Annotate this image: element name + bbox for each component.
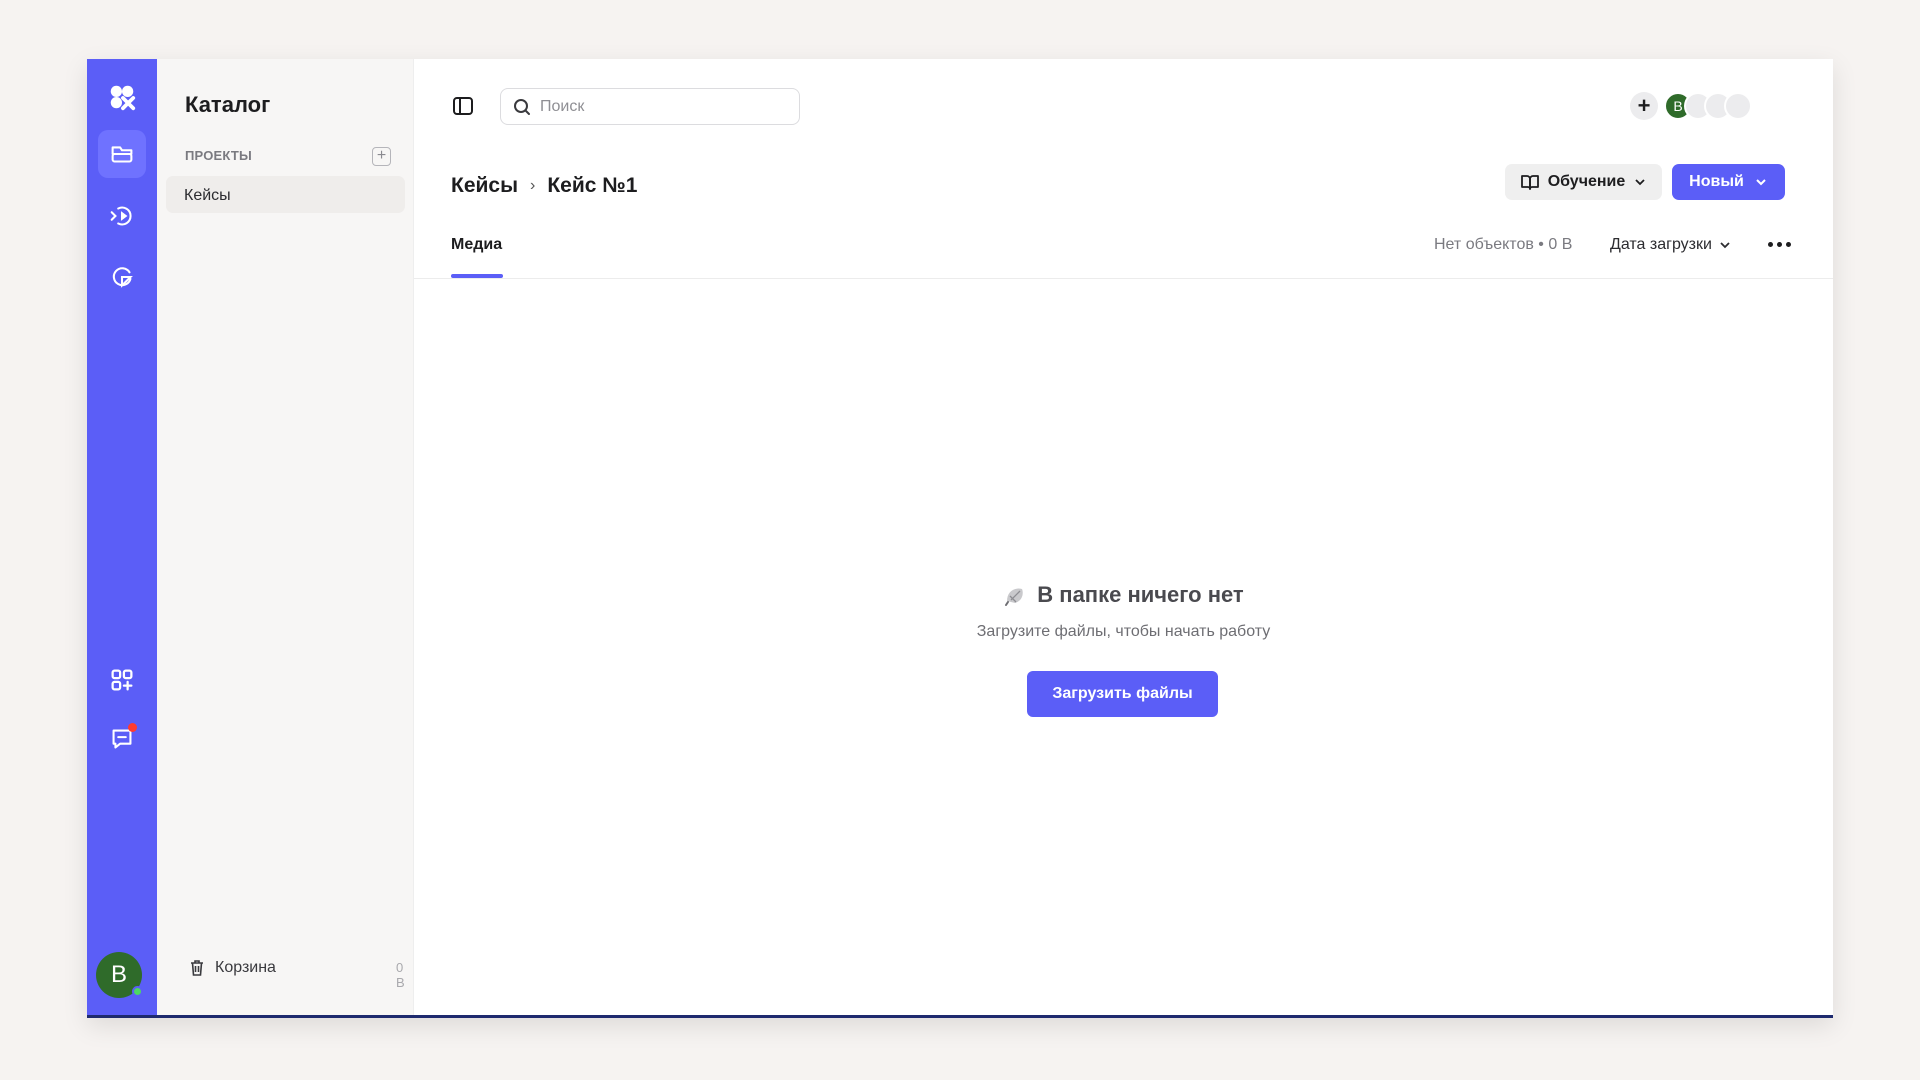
trash-icon: [191, 960, 203, 976]
main-content: + B Кейсы › Кейс №1 Обучение Новый Медиа…: [414, 59, 1833, 1015]
catalog-title: Каталог: [185, 92, 271, 117]
chevron-right-icon: ›: [530, 177, 536, 194]
new-label: Новый: [1689, 173, 1744, 190]
search-box[interactable]: [500, 88, 800, 125]
presence-avatars[interactable]: B: [1664, 92, 1752, 120]
trash-label: Корзина: [215, 959, 276, 976]
online-status-icon: [132, 986, 143, 997]
upload-files-button[interactable]: Загрузить файлы: [1027, 671, 1218, 717]
new-button[interactable]: Новый: [1672, 164, 1785, 200]
user-avatar[interactable]: B: [96, 952, 143, 998]
nav-reports-icon[interactable]: [98, 253, 146, 301]
empty-state-subtitle: Загрузите файлы, чтобы начать работу: [976, 623, 1271, 640]
breadcrumb: Кейсы › Кейс №1: [451, 174, 637, 198]
avatar-initial: B: [110, 961, 127, 988]
sort-dropdown[interactable]: Дата загрузки: [1610, 236, 1732, 254]
chevron-down-icon: [1720, 242, 1730, 249]
trash-button[interactable]: Корзина 0 B: [187, 958, 405, 990]
add-project-icon[interactable]: +: [372, 147, 391, 166]
learn-button[interactable]: Обучение: [1505, 164, 1662, 200]
book-icon: [1520, 175, 1539, 190]
nav-rail: B: [87, 59, 157, 1015]
search-input[interactable]: [540, 97, 780, 116]
sort-label: Дата загрузки: [1610, 236, 1712, 253]
catalog-sidebar: Каталог ПРОЕКТЫ + Кейсы Корзина 0 B: [157, 59, 414, 1015]
invite-plus-button[interactable]: +: [1630, 92, 1658, 120]
presence-avatar-placeholder: [1724, 92, 1752, 120]
app-logo-icon[interactable]: [98, 73, 146, 121]
search-icon: [514, 98, 530, 115]
nav-catalog-icon[interactable]: [98, 130, 146, 178]
app-window: B Каталог ПРОЕКТЫ + Кейсы Корзина 0 B + …: [87, 59, 1833, 1018]
breadcrumb-current: Кейс №1: [547, 174, 638, 197]
nav-integrations-icon[interactable]: [98, 656, 146, 704]
trash-size: 0 B: [396, 960, 405, 990]
empty-state-title: В папке ничего нет: [414, 582, 1833, 608]
presence-initial: B: [1673, 98, 1683, 114]
tabs-divider: [414, 278, 1833, 279]
learn-label: Обучение: [1547, 173, 1626, 190]
sidebar-toggle-icon[interactable]: [452, 95, 474, 117]
shell-icon: [1005, 588, 1024, 606]
folder-stats: Нет объектов • 0 B: [1434, 236, 1573, 253]
nav-notifications-icon[interactable]: [98, 715, 146, 763]
sidebar-item-label: Кейсы: [184, 187, 231, 204]
chevron-down-icon: [1635, 179, 1645, 186]
projects-section-label: ПРОЕКТЫ: [185, 148, 252, 163]
notification-badge: [128, 723, 137, 732]
tab-media[interactable]: Медиа: [451, 236, 502, 254]
empty-title-text: В папке ничего нет: [1037, 582, 1244, 607]
breadcrumb-root[interactable]: Кейсы: [451, 174, 518, 198]
more-options-icon[interactable]: [1768, 242, 1791, 247]
nav-review-icon[interactable]: [98, 192, 146, 240]
sidebar-item-cases[interactable]: Кейсы: [166, 176, 405, 213]
chevron-down-icon: [1756, 179, 1766, 186]
